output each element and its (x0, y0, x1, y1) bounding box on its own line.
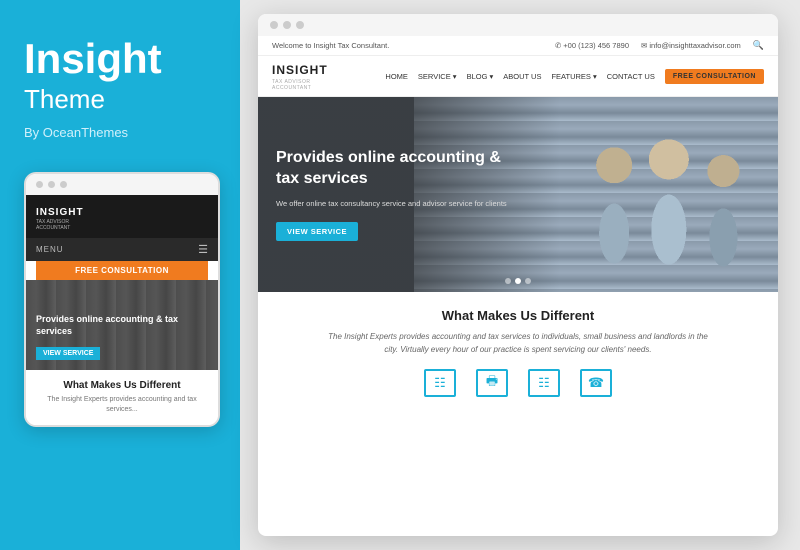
site-logo: INSIGHT TAX ADVISORACCOUNTANT (272, 61, 328, 91)
hero-dot-3[interactable] (525, 278, 531, 284)
mobile-view-service-button[interactable]: VIEW SERVICE (36, 347, 100, 360)
brand-title: Insight (24, 36, 162, 82)
feature-icon-4: ☎ (580, 369, 612, 397)
feature-icon-1: ☷ (424, 369, 456, 397)
nav-blog[interactable]: BLOG ▾ (467, 72, 494, 81)
hero-description: We offer online tax consultancy service … (276, 198, 526, 209)
feature-icon-2: 🖶 (476, 369, 508, 397)
nav-about[interactable]: ABOUT US (503, 72, 541, 81)
mobile-menu-bar: MENU ☰ (26, 238, 218, 261)
section-text: The Insight Experts provides accounting … (328, 331, 708, 357)
mobile-top-bar (26, 174, 218, 195)
site-hero-content: Provides online accounting & tax service… (258, 126, 544, 263)
hamburger-icon[interactable]: ☰ (198, 243, 208, 256)
mobile-dot-1 (36, 181, 43, 188)
desktop-dot-2 (283, 21, 291, 29)
contact-icon: ☎ (580, 369, 612, 397)
hero-view-service-button[interactable]: VIEW SERVICE (276, 222, 358, 241)
mobile-bottom: What Makes Us Different The Insight Expe… (26, 370, 218, 425)
hero-title: Provides online accounting & tax service… (276, 148, 526, 190)
accounting-icon: ☷ (424, 369, 456, 397)
mobile-dot-3 (60, 181, 67, 188)
site-hero: Provides online accounting & tax service… (258, 97, 778, 292)
topbar-right: ✆ +00 (123) 456 7890 ✉ info@insighttaxad… (555, 40, 764, 51)
topbar-email: ✉ info@insighttaxadvisor.com (641, 41, 741, 50)
desktop-dot-3 (296, 21, 304, 29)
hero-dots (505, 278, 531, 284)
section-title: What Makes Us Different (278, 308, 758, 323)
site-below-hero: What Makes Us Different The Insight Expe… (258, 292, 778, 407)
nav-features[interactable]: FEATURES ▾ (551, 72, 596, 81)
site-icons-row: ☷ 🖶 ☷ ☎ (278, 369, 758, 397)
nav-home[interactable]: HOME (385, 72, 408, 81)
hero-dot-1[interactable] (505, 278, 511, 284)
site-navbar: INSIGHT TAX ADVISORACCOUNTANT HOME SERVI… (258, 56, 778, 97)
desktop-consultation-button[interactable]: FREE CONSULTATION (665, 69, 764, 84)
desktop-dot-1 (270, 21, 278, 29)
mobile-dot-2 (48, 181, 55, 188)
site-topbar: Welcome to Insight Tax Consultant. ✆ +00… (258, 36, 778, 56)
nav-contact[interactable]: CONTACT US (607, 72, 655, 81)
feature-icon-3: ☷ (528, 369, 560, 397)
nav-service[interactable]: SERVICE ▾ (418, 72, 457, 81)
brand-subtitle: Theme (24, 84, 105, 115)
print-icon: 🖶 (476, 369, 508, 397)
mobile-nav: INSIGHT TAX ADVISORACCOUNTANT (26, 195, 218, 238)
site-nav-links: HOME SERVICE ▾ BLOG ▾ ABOUT US FEATURES … (385, 69, 764, 84)
desktop-top-bar (258, 14, 778, 36)
topbar-phone: ✆ +00 (123) 456 7890 (555, 41, 629, 50)
right-panel: Welcome to Insight Tax Consultant. ✆ +00… (240, 0, 800, 550)
brand-author: By OceanThemes (24, 125, 128, 140)
topbar-welcome: Welcome to Insight Tax Consultant. (272, 41, 389, 50)
desktop-mockup: Welcome to Insight Tax Consultant. ✆ +00… (258, 14, 778, 536)
mobile-hero-text: Provides online accounting & tax service… (36, 314, 208, 360)
left-panel: Insight Theme By OceanThemes INSIGHT TAX… (0, 0, 240, 550)
search-icon[interactable]: 🔍 (753, 40, 764, 51)
mobile-mockup: INSIGHT TAX ADVISORACCOUNTANT MENU ☰ FRE… (24, 172, 220, 427)
hero-dot-2[interactable] (515, 278, 521, 284)
mobile-hero: Provides online accounting & tax service… (26, 280, 218, 370)
mobile-logo: INSIGHT TAX ADVISORACCOUNTANT (36, 202, 84, 231)
tax-icon: ☷ (528, 369, 560, 397)
mobile-consultation-button[interactable]: FREE CONSULTATION (36, 261, 208, 280)
